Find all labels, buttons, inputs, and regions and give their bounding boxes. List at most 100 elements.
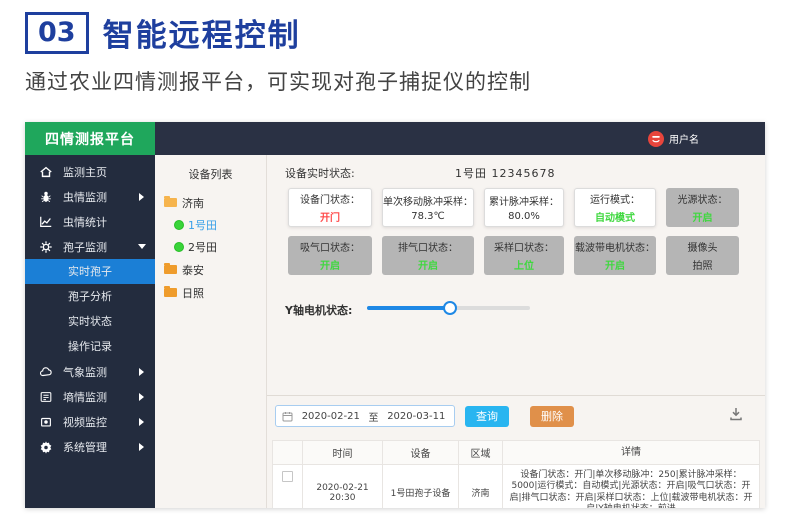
tree-device-field-1[interactable]: 1号田 [155, 214, 266, 236]
cloud-icon [38, 365, 53, 379]
status-card-row-1: 设备门状态： 开门 单次移动脉冲采样： 78.3℃ 累计脉冲采样： 80.0% … [288, 188, 739, 227]
sidebar-item-label: 孢子分析 [68, 290, 112, 303]
sidebar-item-realtime-spore[interactable]: 实时孢子 [25, 259, 155, 284]
card-value: 80.0% [508, 211, 540, 222]
sidebar-item-monitor-home[interactable]: 监测主页 [25, 159, 155, 184]
tree-folder-label: 日照 [182, 285, 204, 301]
sidebar-item-spore-analysis[interactable]: 孢子分析 [25, 284, 155, 309]
sidebar-item-spore-monitor[interactable]: 孢子监测 [25, 234, 155, 259]
line-chart-icon [38, 215, 53, 229]
row-checkbox[interactable] [282, 471, 293, 482]
download-icon[interactable] [728, 406, 744, 422]
sidebar-item-label: 监测主页 [63, 164, 107, 180]
tree-device-field-2[interactable]: 2号田 [155, 236, 266, 258]
bug-icon [38, 190, 53, 204]
avatar [648, 131, 664, 147]
row-region: 济南 [459, 465, 503, 508]
intake-status-card[interactable]: 吸气口状态： 开启 [288, 236, 372, 275]
soil-moisture-icon [38, 390, 53, 404]
run-mode-card[interactable]: 运行模式： 自动模式 [574, 188, 656, 227]
page-title: 智能远程控制 [103, 10, 301, 55]
tree-folder-label: 济南 [182, 195, 204, 211]
card-value: 78.3℃ [411, 211, 445, 222]
tree-folder-taian[interactable]: 泰安 [155, 258, 266, 281]
camera-capture-button[interactable]: 摄像头 拍照 [666, 236, 739, 275]
total-pulse-sample-card: 累计脉冲采样： 80.0% [484, 188, 564, 227]
section-number-badge: 03 [25, 12, 89, 54]
sidebar-item-weather-monitor[interactable]: 气象监测 [25, 359, 155, 384]
date-range-input[interactable]: 2020-02-21 至 2020-03-11 [275, 405, 455, 427]
y-axis-motor-slider[interactable] [367, 306, 530, 310]
y-slider-fill [367, 306, 450, 310]
realtime-status-label: 设备实时状态: [285, 165, 355, 181]
sidebar-item-video-monitor[interactable]: 视频监控 [25, 409, 155, 434]
date-from-value[interactable]: 2020-02-21 [293, 411, 369, 422]
sidebar-item-operation-log[interactable]: 操作记录 [25, 334, 155, 359]
card-value: 自动模式 [595, 209, 635, 224]
header-time: 时间 [303, 441, 383, 464]
row-device: 1号田孢子设备 [383, 465, 459, 508]
carrier-belt-motor-card[interactable]: 载波带电机状态： 开启 [574, 236, 656, 275]
date-to-value[interactable]: 2020-03-11 [379, 411, 455, 422]
card-label: 载波带电机状态： [575, 239, 655, 254]
sidebar-item-label: 虫情监测 [63, 189, 107, 205]
sidebar-item-label: 操作记录 [68, 340, 112, 353]
row-checkbox-cell [273, 465, 303, 508]
header-detail: 详情 [503, 441, 759, 464]
door-status-card[interactable]: 设备门状态： 开门 [288, 188, 372, 227]
chevron-right-icon [139, 418, 144, 426]
sidebar-item-insect-monitor[interactable]: 虫情监测 [25, 184, 155, 209]
chevron-right-icon [139, 393, 144, 401]
table-header-row: 时间 设备 区域 详情 [273, 441, 759, 465]
tree-device-label: 2号田 [188, 239, 217, 255]
section-divider [267, 395, 765, 396]
date-separator: 至 [369, 409, 379, 424]
page: 03 智能远程控制 通过农业四情测报平台，可实现对孢子捕捉仪的控制 四情测报平台… [0, 0, 790, 529]
sidebar-item-label: 孢子监测 [63, 239, 107, 255]
online-status-dot-icon [174, 242, 184, 252]
page-subtitle: 通过农业四情测报平台，可实现对孢子捕捉仪的控制 [25, 66, 531, 96]
exhaust-status-card[interactable]: 排气口状态： 开启 [382, 236, 474, 275]
tree-folder-jinan[interactable]: 济南 [155, 191, 266, 214]
sampling-port-status-card[interactable]: 采样口状态： 上位 [484, 236, 564, 275]
header-checkbox-cell [273, 441, 303, 464]
table-row: 2020-02-21 20:30 1号田孢子设备 济南 设备门状态：开门|单次移… [273, 465, 759, 508]
light-status-card[interactable]: 光源状态： 开启 [666, 188, 739, 227]
video-icon [38, 415, 53, 429]
y-axis-motor-label: Y轴电机状态: [285, 302, 352, 318]
home-icon [38, 165, 53, 179]
status-card-row-2: 吸气口状态： 开启 排气口状态： 开启 采样口状态： 上位 载波带电机状态： 开… [288, 236, 739, 275]
card-label: 运行模式： [590, 191, 640, 206]
records-table: 时间 设备 区域 详情 2020-02-21 20:30 1号田孢子设备 济南 … [272, 440, 760, 508]
query-button[interactable]: 查询 [465, 406, 509, 427]
card-label: 排气口状态： [398, 239, 458, 254]
sidebar-item-realtime-status[interactable]: 实时状态 [25, 309, 155, 334]
card-value: 开启 [320, 257, 340, 272]
delete-button[interactable]: 删除 [530, 406, 574, 427]
card-label: 累计脉冲采样： [489, 193, 559, 208]
topbar: 四情测报平台 用户名 [25, 122, 765, 155]
sidebar-item-insect-stats[interactable]: 虫情统计 [25, 209, 155, 234]
user-menu[interactable]: 用户名 [648, 131, 699, 147]
y-slider-handle[interactable] [443, 301, 457, 315]
folder-icon [164, 288, 177, 297]
device-list-panel: 设备列表 济南 1号田 2号田 泰安 [155, 155, 267, 508]
sidebar-item-soil-monitor[interactable]: 墒情监测 [25, 384, 155, 409]
chevron-down-icon [138, 244, 146, 249]
card-value: 拍照 [693, 257, 713, 272]
card-label: 采样口状态： [494, 239, 554, 254]
sidebar-item-system-management[interactable]: 系统管理 [25, 434, 155, 459]
chevron-right-icon [139, 193, 144, 201]
folder-open-icon [164, 198, 177, 207]
tree-folder-rizhao[interactable]: 日照 [155, 281, 266, 304]
card-value: 上位 [514, 257, 534, 272]
single-pulse-sample-card: 单次移动脉冲采样： 78.3℃ [382, 188, 474, 227]
chevron-right-icon [139, 368, 144, 376]
chevron-right-icon [139, 443, 144, 451]
card-label: 设备门状态： [300, 191, 360, 206]
spore-icon [38, 240, 53, 254]
card-label: 单次移动脉冲采样： [383, 193, 473, 208]
hero-header: 03 智能远程控制 通过农业四情测报平台，可实现对孢子捕捉仪的控制 [25, 10, 531, 96]
card-value: 开启 [605, 257, 625, 272]
card-value: 开启 [418, 257, 438, 272]
